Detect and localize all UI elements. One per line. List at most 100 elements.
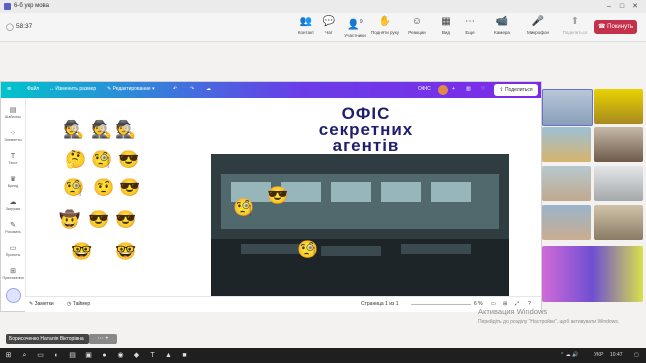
maximize-icon[interactable]: □ (617, 2, 627, 11)
tray-icons[interactable]: ⌃ ☁ 🔊 (560, 352, 578, 358)
detective-emoji-icon[interactable]: 🕵️ (91, 120, 112, 140)
window-title: 6-б укр мова (14, 3, 49, 9)
video-tile-large[interactable] (542, 246, 643, 302)
timer-button[interactable]: ◷ Таймер (67, 301, 90, 307)
sunglasses-emoji-icon[interactable]: 😎 (267, 186, 288, 206)
video-tile[interactable] (542, 205, 591, 240)
store-icon[interactable]: ▣ (84, 351, 93, 360)
start-icon[interactable]: ⊞ (4, 351, 13, 360)
participants-icon: 👤9 (347, 19, 363, 31)
app-icon[interactable]: ▲ (164, 351, 173, 360)
video-tile[interactable] (594, 205, 643, 240)
redo-icon[interactable]: ↷ (190, 86, 194, 92)
keyboard-language[interactable]: УКР (594, 352, 603, 358)
sidebar-item-brand[interactable]: ♛ Бренд (1, 175, 25, 188)
sidebar-item-text[interactable]: T Текст (1, 152, 25, 165)
detective-emoji-icon[interactable]: 🕵️ (63, 120, 84, 140)
chrome-icon[interactable]: ◉ (116, 351, 125, 360)
sidebar-item-projects[interactable]: ▭ Проекты (1, 244, 25, 257)
sunglasses-emoji-icon[interactable]: 😎 (115, 210, 136, 230)
camera-button[interactable]: 📹 Камера (487, 16, 517, 40)
magic-icon[interactable] (6, 288, 21, 303)
video-tile[interactable] (594, 166, 643, 201)
windows-activation-text: Перейдіть до розділу "Настройки", щоб ак… (478, 319, 620, 325)
notes-button[interactable]: ✎ Заметки (29, 301, 54, 307)
sidebar-item-templates[interactable]: ▤ Шаблоны (1, 106, 25, 119)
doc-title[interactable]: ОФІС (418, 86, 431, 92)
share-screen-button[interactable]: ⬆ Поделиться (560, 16, 590, 40)
add-icon[interactable]: + (452, 86, 455, 92)
nerd-emoji-icon[interactable]: 🤓 (71, 242, 92, 262)
presenter-options-button[interactable]: ⋯ + (89, 334, 117, 344)
sidebar-item-draw[interactable]: ✎ Рисовать (1, 221, 25, 234)
meeting-timer: 58:37 (16, 23, 33, 30)
avatar[interactable] (438, 85, 448, 95)
cowboy-emoji-icon[interactable]: 🤠 (59, 210, 80, 230)
reactions-button[interactable]: ☺ Реакции (402, 16, 432, 40)
participants-button[interactable]: 👤9 Участники (340, 16, 370, 40)
sunglasses-emoji-icon[interactable]: 😎 (118, 150, 139, 170)
app-icon[interactable]: ■ (180, 351, 189, 360)
sunglasses-emoji-icon[interactable]: 🧐 (233, 198, 254, 218)
share-button[interactable]: ⇪ Поделиться (494, 84, 538, 96)
phone-icon: ☎ (598, 24, 608, 30)
explorer-icon[interactable]: ▤ (68, 351, 77, 360)
clock[interactable]: 10:47 (610, 352, 623, 358)
office-photo[interactable]: 🧐 😎 🧐 (211, 154, 509, 298)
cloud-icon[interactable]: ☁ (206, 86, 211, 92)
video-tile[interactable] (542, 166, 591, 201)
zoom-slider[interactable] (411, 304, 471, 305)
canva-bottom-bar: ✎ Заметки ◷ Таймер Страница 1 из 1 6 % ▭… (25, 296, 541, 312)
app-icon[interactable]: ● (100, 351, 109, 360)
text-icon: T (10, 153, 16, 160)
video-tile[interactable] (594, 127, 643, 162)
monocle-emoji-icon[interactable]: 🧐 (297, 240, 318, 260)
menu-edit[interactable]: ✎ Редактирование ▾ (107, 86, 155, 92)
undo-icon[interactable]: ↶ (173, 86, 177, 92)
folder-icon: ▭ (9, 245, 17, 252)
sunglasses-emoji-icon[interactable]: 😎 (119, 178, 140, 198)
edge-icon[interactable]: ◐ (52, 351, 61, 360)
menu-resize[interactable]: ↔ Изменить размер (49, 86, 96, 92)
upload-icon: ☁ (9, 199, 17, 206)
thinking-emoji-icon[interactable]: 🤔 (65, 150, 86, 170)
detective-emoji-icon[interactable]: 🕵️ (115, 120, 136, 140)
comment-icon[interactable]: ♡ (481, 86, 485, 92)
close-icon[interactable]: ✕ (630, 2, 640, 11)
minimize-icon[interactable]: – (604, 2, 614, 11)
nerd-emoji-icon[interactable]: 🤓 (115, 242, 136, 262)
raise-hand-button[interactable]: ✋ Подняти руку (370, 16, 400, 40)
slide-title-line-3: агентів (332, 136, 400, 155)
raise-hand-icon: ✋ (378, 16, 392, 27)
notification-icon[interactable]: ▢ (634, 352, 639, 358)
task-view-icon[interactable]: ▭ (36, 351, 45, 360)
page-indicator: Страница 1 из 1 (361, 301, 399, 307)
search-icon[interactable]: ⌕ (20, 351, 29, 360)
canva-toolbar: ≡ Файл ↔ Изменить размер ✎ Редактировани… (1, 82, 541, 98)
sunglasses-emoji-icon[interactable]: 😎 (88, 210, 109, 230)
video-tile[interactable] (542, 127, 591, 162)
sidebar-item-uploads[interactable]: ☁ Загрузки (1, 198, 25, 211)
hamburger-icon[interactable]: ≡ (7, 86, 11, 93)
menu-file[interactable]: Файл (27, 86, 39, 92)
chart-icon[interactable]: ▥ (466, 86, 471, 92)
apps-icon: ⊞ (10, 268, 16, 275)
sidebar-item-elements[interactable]: ⁘ Элементы (1, 129, 25, 142)
monocle-emoji-icon[interactable]: 🧐 (63, 178, 84, 198)
brand-icon: ♛ (9, 176, 17, 183)
app-icon[interactable]: ◆ (132, 351, 141, 360)
draw-icon: ✎ (10, 222, 16, 229)
monocle-emoji-icon[interactable]: 🧐 (91, 150, 112, 170)
teams-icon[interactable]: T (148, 351, 157, 360)
templates-icon: ▤ (9, 107, 17, 114)
microphone-icon: 🎤 (531, 16, 545, 27)
smirk-emoji-icon[interactable]: 🤨 (93, 178, 114, 198)
microphone-button[interactable]: 🎤 Микрофон (523, 16, 553, 40)
leave-button[interactable]: ☎ Покинуть (594, 20, 637, 34)
video-tile[interactable] (594, 89, 643, 124)
video-tile[interactable] (542, 89, 593, 126)
reactions-icon: ☺ (411, 16, 423, 27)
more-button[interactable]: ⋯ Еще (455, 16, 485, 40)
office-photo-illustration (211, 154, 509, 298)
sidebar-item-apps[interactable]: ⊞ Приложения (1, 267, 25, 280)
